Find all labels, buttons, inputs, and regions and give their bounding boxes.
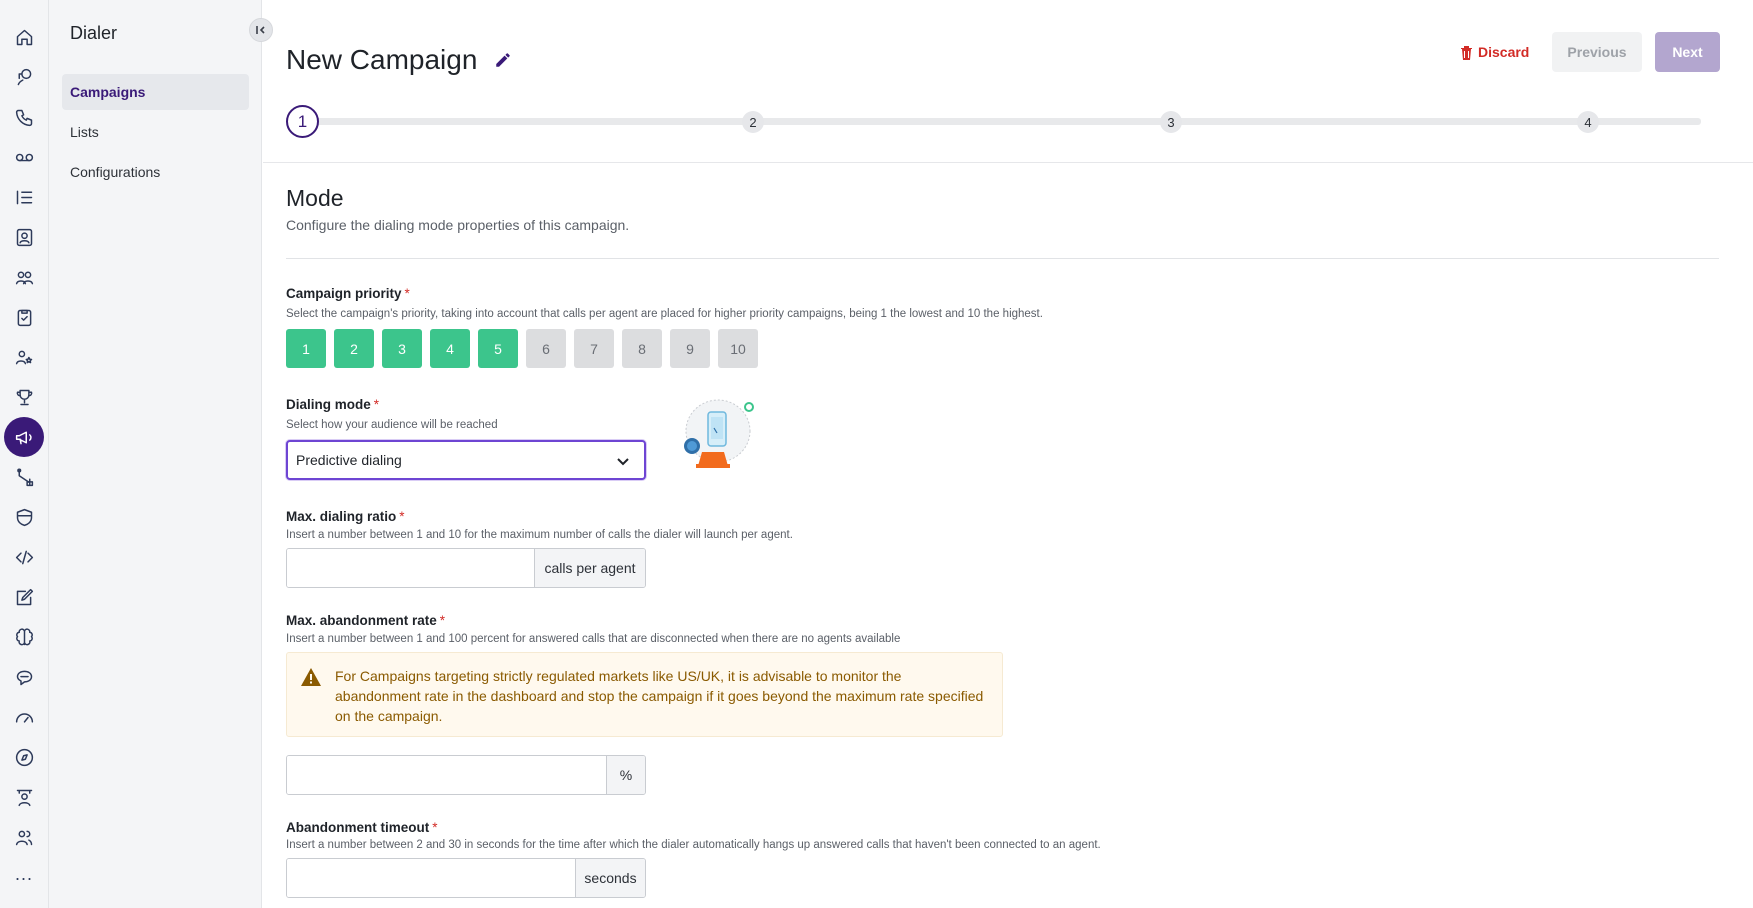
max-ratio-addon: calls per agent [534,549,645,587]
page-title-text: New Campaign [286,44,478,75]
required-marker: * [404,286,410,301]
abandon-rate-label: Max. abandonment rate * [286,613,445,628]
priority-selector: 1 2 3 4 5 6 7 8 9 10 [286,329,758,368]
megaphone-icon[interactable] [4,417,44,457]
predictive-dialing-illustration [676,398,756,470]
chat-icon[interactable] [4,659,44,695]
priority-option[interactable]: 1 [286,329,326,368]
section-subtitle: Configure the dialing mode properties of… [286,217,630,233]
trophy-icon[interactable] [4,379,44,415]
priority-option[interactable]: 5 [478,329,518,368]
voicemail-icon[interactable] [4,139,44,175]
sidebar-item-label: Lists [70,124,99,140]
priority-option[interactable]: 4 [430,329,470,368]
step-2[interactable]: 2 [742,111,764,133]
code-icon[interactable] [4,539,44,575]
warning-text: For Campaigns targeting strictly regulat… [335,668,984,724]
dialing-mode-select[interactable]: Predictive dialing [286,440,646,480]
stepper: 1 2 3 4 [286,105,1711,139]
abandon-timeout-group: seconds [286,858,646,898]
main-content: New Campaign Discard Previous Next 1 2 3… [263,0,1753,908]
sidebar-item-campaigns[interactable]: Campaigns [62,74,249,110]
priority-label: Campaign priority * [286,286,410,301]
home-icon[interactable] [4,19,44,55]
max-ratio-group: calls per agent [286,548,646,588]
warning-icon [301,668,321,686]
team-icon[interactable] [4,259,44,295]
phone-icon[interactable] [4,99,44,135]
dialing-mode-help: Select how your audience will be reached [286,419,498,431]
abandon-timeout-label-text: Abandonment timeout [286,820,430,835]
edit-icon[interactable] [4,579,44,615]
discard-button[interactable]: Discard [1450,34,1539,70]
section-divider [286,258,1719,259]
abandon-rate-input[interactable] [287,756,606,794]
priority-option[interactable]: 8 [622,329,662,368]
gauge-icon[interactable] [4,699,44,735]
priority-option[interactable]: 3 [382,329,422,368]
previous-button[interactable]: Previous [1552,32,1642,72]
dialer-sidebar: Dialer Campaigns Lists Configurations [49,0,273,908]
abandon-rate-help: Insert a number between 1 and 100 percen… [286,633,901,645]
page-title: New Campaign [286,44,513,76]
contacts-icon[interactable] [4,219,44,255]
dialing-mode-label-text: Dialing mode [286,397,371,412]
required-marker: * [439,613,446,628]
chevron-down-icon [616,454,630,468]
step-4[interactable]: 4 [1577,111,1599,133]
priority-help: Select the campaign's priority, taking i… [286,308,1043,320]
people-icon[interactable] [4,819,44,855]
priority-label-text: Campaign priority [286,286,402,301]
sidebar-item-lists[interactable]: Lists [62,114,249,150]
abandon-timeout-input[interactable] [287,859,575,897]
sidebar-item-label: Campaigns [70,84,146,100]
max-ratio-input[interactable] [287,549,534,587]
sidebar-item-label: Configurations [70,164,161,180]
abandon-timeout-help: Insert a number between 2 and 30 in seco… [286,839,1101,851]
more-icon[interactable]: ... [4,864,44,885]
required-marker: * [399,509,405,524]
agent-icon[interactable] [4,59,44,95]
teacher-icon[interactable] [4,779,44,815]
compass-icon[interactable] [4,739,44,775]
stepper-track [302,118,1701,125]
priority-option[interactable]: 7 [574,329,614,368]
abandon-rate-label-text: Max. abandonment rate [286,613,437,628]
users-star-icon[interactable] [4,339,44,375]
priority-option[interactable]: 6 [526,329,566,368]
discard-label: Discard [1478,44,1530,60]
abandon-rate-warning: For Campaigns targeting strictly regulat… [286,652,1003,737]
trash-icon [1461,45,1472,60]
brain-icon[interactable] [4,619,44,655]
next-button[interactable]: Next [1655,32,1720,72]
step-1[interactable]: 1 [286,105,319,138]
abandon-rate-group: % [286,755,646,795]
priority-option[interactable]: 10 [718,329,758,368]
abandon-timeout-label: Abandonment timeout * [286,820,438,835]
list-icon[interactable] [4,179,44,215]
step-3[interactable]: 3 [1160,111,1182,133]
required-marker: * [373,397,380,412]
max-ratio-help: Insert a number between 1 and 10 for the… [286,529,793,541]
priority-option[interactable]: 2 [334,329,374,368]
priority-option[interactable]: 9 [670,329,710,368]
shield-icon[interactable] [4,499,44,535]
pencil-icon[interactable] [493,50,513,70]
max-ratio-label: Max. dialing ratio * [286,509,405,524]
dialing-mode-value: Predictive dialing [296,452,402,468]
header-divider [263,162,1753,163]
required-marker: * [432,820,438,835]
max-ratio-label-text: Max. dialing ratio [286,509,397,524]
sidebar-item-configurations[interactable]: Configurations [62,154,249,190]
clipboard-icon[interactable] [4,299,44,335]
workflow-icon[interactable] [4,459,44,495]
sidebar-title: Dialer [70,23,118,43]
abandon-rate-addon: % [606,756,645,794]
dialing-mode-label: Dialing mode * [286,397,379,412]
abandon-timeout-addon: seconds [575,859,645,897]
section-title: Mode [286,185,344,211]
icon-rail: ... [0,0,49,908]
